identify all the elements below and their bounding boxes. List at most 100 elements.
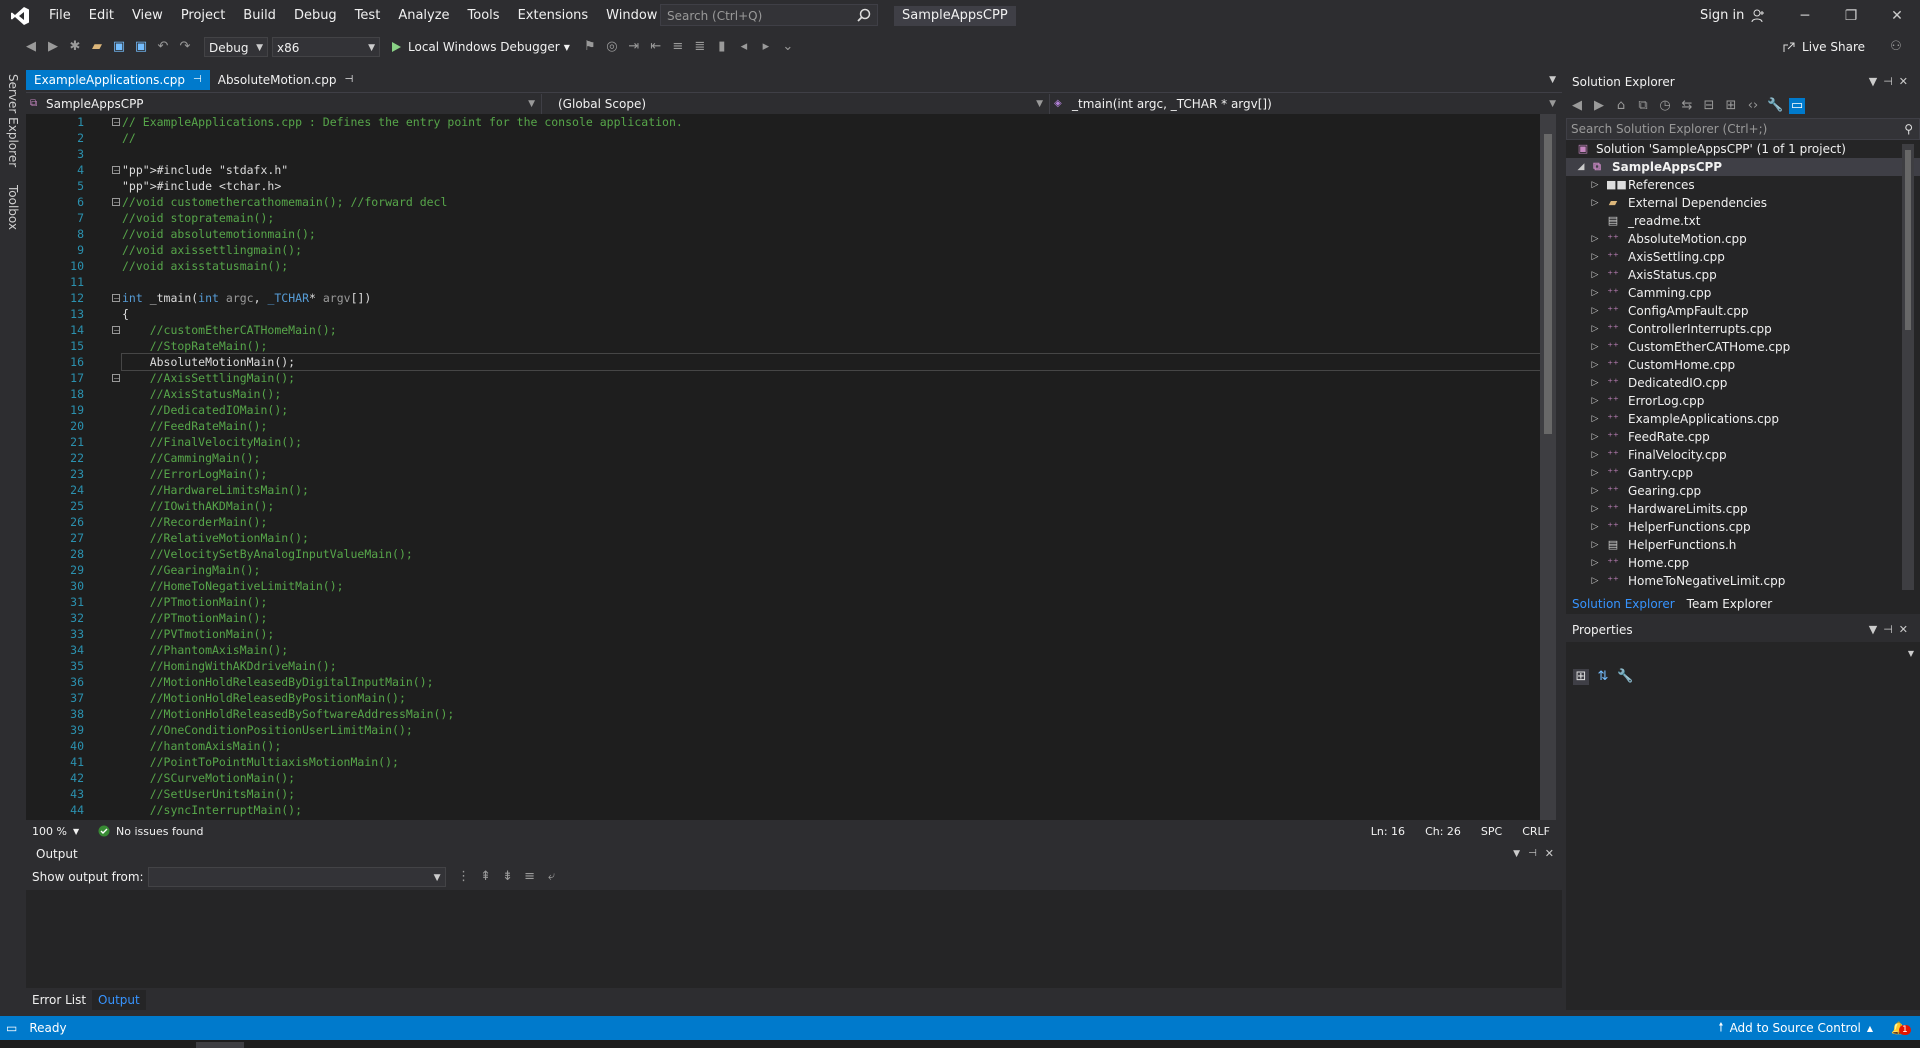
tab-list-dropdown-icon[interactable]: ▼ [1549,75,1556,85]
expand-arrow-icon[interactable]: ▷ [1590,392,1600,410]
code-line[interactable]: //void axisstatusmain(); [122,258,1542,274]
back-icon[interactable]: ◀ [1569,98,1585,114]
view-code-icon[interactable]: ‹› [1745,98,1761,114]
code-line[interactable]: int _tmain(int argc, _TCHAR* argv[]) [122,290,1542,306]
output-source-select[interactable]: ▼ [147,867,446,887]
feedback-icon[interactable]: ⚇ [1888,39,1904,55]
expand-arrow-icon[interactable]: ▷ [1590,482,1600,500]
properties-object-select[interactable]: ▼ [1566,642,1920,664]
menu-extensions[interactable]: Extensions [509,0,598,32]
editor-vertical-scrollbar[interactable] [1540,114,1556,820]
server-explorer-tab[interactable]: Server Explorer [6,70,20,171]
camera-icon[interactable]: ◎ [604,39,620,55]
configuration-select[interactable]: Debug ▼ [204,37,268,57]
pin-icon[interactable]: ⊣ [345,70,354,90]
code-line[interactable]: //DedicatedIOMain(); [122,402,1542,418]
tree-item[interactable]: ▷ ▰ External Dependencies [1566,194,1920,212]
navigate-back-icon[interactable]: ◀ [23,39,39,55]
code-line[interactable]: //VelocitySetByAnalogInputValueMain(); [122,546,1542,562]
go-prev-icon[interactable]: ⇞ [478,869,494,885]
code-line[interactable]: //HardwareLimitsMain(); [122,482,1542,498]
code-line[interactable]: //AxisSettlingMain(); [122,370,1542,386]
code-line[interactable]: "pp">#include "stdafx.h" [122,162,1542,178]
tree-item[interactable]: ▷ ▤ HelperFunctions.h [1566,536,1920,554]
bookmark-prev-icon[interactable]: ◂ [736,39,752,55]
visual-studio-logo-icon[interactable] [0,0,40,32]
tab-output[interactable]: Output [92,990,146,1010]
project-select[interactable]: ⧉ SampleAppsCPP ▼ [26,94,542,114]
search-input[interactable]: Search (Ctrl+Q) [660,4,878,26]
collapse-all-icon[interactable]: ⊟ [1701,98,1717,114]
menu-window[interactable]: Window [597,0,666,32]
pin-icon[interactable]: ⊣ [193,70,202,90]
scrollbar-thumb[interactable] [1905,150,1911,330]
tree-item[interactable]: ▷ ⁺⁺ HomeToNegativeLimit.cpp [1566,572,1920,590]
indent-icon[interactable]: ≡ [670,39,686,55]
code-line[interactable] [122,274,1542,290]
code-line[interactable]: //CammingMain(); [122,450,1542,466]
tree-solution-node[interactable]: ▣ Solution 'SampleAppsCPP' (1 of 1 proje… [1566,140,1920,158]
code-line[interactable]: //void axissettlingmain(); [122,242,1542,258]
code-line[interactable]: //PTmotionMain(); [122,594,1542,610]
show-all-files-icon[interactable]: ⊞ [1723,98,1739,114]
collapse-block-icon[interactable]: − [112,118,120,127]
menu-file[interactable]: File [40,0,80,32]
menu-project[interactable]: Project [172,0,234,32]
tab-error-list[interactable]: Error List [26,990,92,1010]
tab-absolute-motion[interactable]: AbsoluteMotion.cpp ⊣ [210,70,362,90]
step-icon[interactable]: ⇥ [626,39,642,55]
whitespace-indicator[interactable]: SPC [1481,825,1502,838]
toolbox-tab[interactable]: Toolbox [6,181,20,234]
chevron-down-icon[interactable]: ▼ [1513,844,1520,864]
code-line[interactable]: //StopRateMain(); [122,338,1542,354]
new-project-icon[interactable]: ✱ [67,39,83,55]
expand-arrow-icon[interactable]: ▷ [1590,554,1600,572]
code-line[interactable]: //HomingWithAKDdriveMain(); [122,658,1542,674]
menu-build[interactable]: Build [234,0,285,32]
code-line[interactable]: // [122,130,1542,146]
code-line[interactable]: //SCurveMotionMain(); [122,770,1542,786]
code-line[interactable]: AbsoluteMotionMain(); [121,353,1543,371]
solution-explorer-search[interactable]: Search Solution Explorer (Ctrl+;) ⚲ [1566,118,1920,140]
code-line[interactable]: { [122,306,1542,322]
sync-icon[interactable]: ⇆ [1679,98,1695,114]
collapse-arrow-icon[interactable]: ◢ [1576,158,1586,176]
switch-views-icon[interactable]: ⧉ [1635,98,1651,114]
categorized-icon[interactable]: ⊞ [1573,669,1589,685]
code-line[interactable]: //MotionHoldReleasedBySoftwareAddressMai… [122,706,1542,722]
tree-item[interactable]: ▷ ⁺⁺ ConfigAmpFault.cpp [1566,302,1920,320]
add-to-source-control-button[interactable]: 🠕 Add to Source Control ▲ [1718,1018,1873,1039]
code-line[interactable]: //MotionHoldReleasedByPositionMain(); [122,690,1542,706]
code-editor[interactable]: 1 2 3 4 5 6 7 8 9 10 11 12 13 14 15 16 17 18 19 20 21 22 23 24 2… [26,114,1546,820]
code-line[interactable]: //PhantomAxisMain(); [122,642,1542,658]
tree-item[interactable]: ▷ ⁺⁺ FinalVelocity.cpp [1566,446,1920,464]
line-ending-indicator[interactable]: CRLF [1522,825,1550,838]
live-share-button[interactable]: Live Share [1782,40,1865,54]
expand-arrow-icon[interactable]: ▷ [1590,356,1600,374]
close-icon[interactable]: ✕ [1899,623,1914,636]
save-icon[interactable]: ▣ [111,39,127,55]
expand-arrow-icon[interactable]: ▷ [1590,284,1600,302]
step-over-icon[interactable]: ⇤ [648,39,664,55]
menu-tools[interactable]: Tools [459,0,509,32]
start-debugging-button[interactable]: Local Windows Debugger ▼ [390,40,570,54]
expand-arrow-icon[interactable]: ▷ [1590,176,1600,194]
notifications-button[interactable]: 🔔 1 [1891,1021,1911,1035]
code-line[interactable]: //PointToPointMultiaxisMotionMain(); [122,754,1542,770]
issues-indicator[interactable]: No issues found [98,825,203,838]
expand-arrow-icon[interactable]: ▷ [1590,500,1600,518]
collapse-block-icon[interactable]: − [112,166,120,175]
restore-button[interactable]: ❐ [1828,0,1874,32]
chevron-down-icon[interactable]: ▼ [1869,75,1883,88]
taskbar-item[interactable] [196,1042,244,1048]
expand-arrow-icon[interactable]: ▷ [1590,428,1600,446]
expand-arrow-icon[interactable]: ▷ [1590,374,1600,392]
tree-item[interactable]: ▷ ⁺⁺ DedicatedIO.cpp [1566,374,1920,392]
expand-arrow-icon[interactable]: ▷ [1590,248,1600,266]
se-vertical-scrollbar[interactable] [1902,144,1914,590]
tree-item[interactable]: ▷ ⁺⁺ AxisSettling.cpp [1566,248,1920,266]
home-icon[interactable]: ⌂ [1613,98,1629,114]
tab-solution-explorer[interactable]: Solution Explorer [1566,594,1681,614]
expand-arrow-icon[interactable]: ▷ [1590,266,1600,284]
properties-wrench-icon[interactable]: 🔧 [1767,98,1783,114]
